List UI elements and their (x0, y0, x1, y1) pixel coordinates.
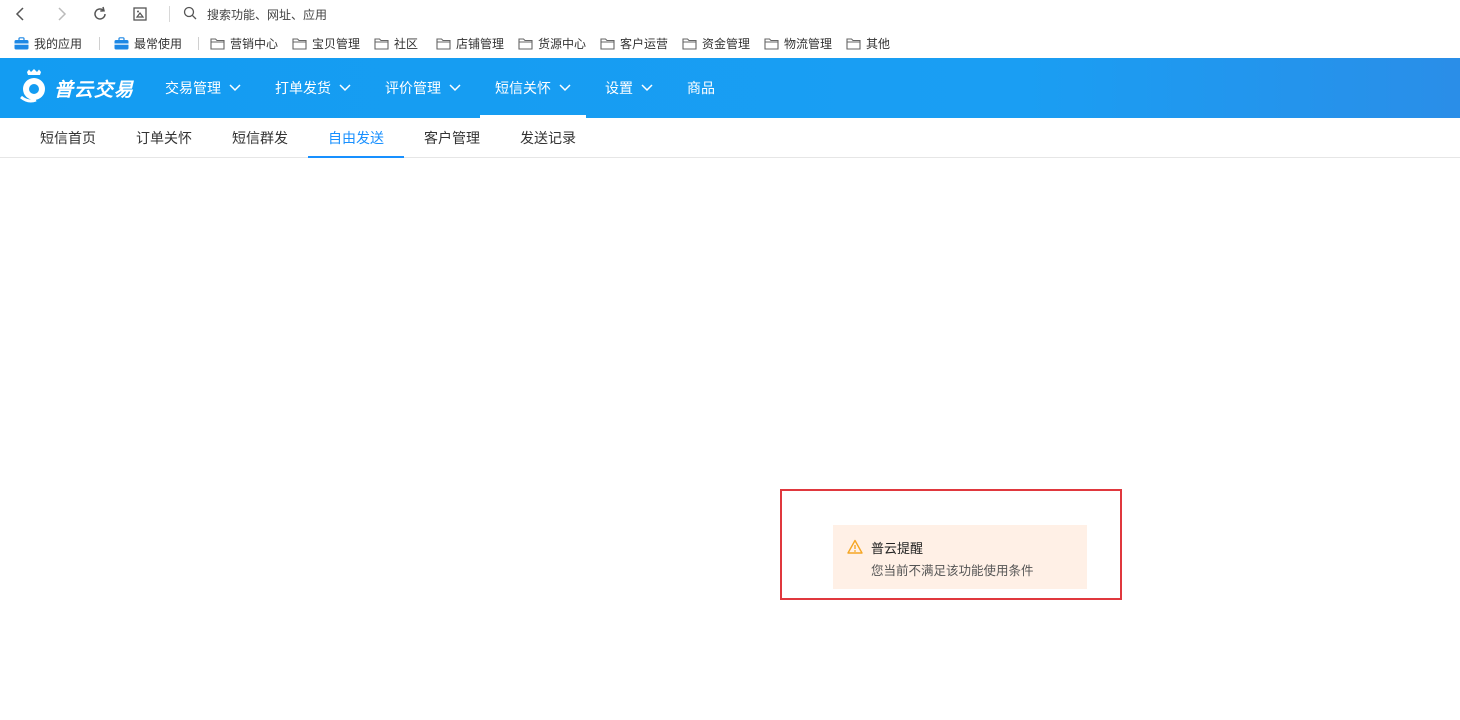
menu-label: 打单发货 (275, 81, 331, 97)
logo-icon (18, 69, 50, 107)
chevron-down-icon (641, 84, 653, 92)
logo-text: 普云交易 (54, 78, 135, 101)
bookmark-folder[interactable]: 资金管理 (682, 30, 750, 56)
screenshot-icon[interactable] (130, 4, 150, 24)
menu-label: 短信关怀 (495, 81, 551, 97)
folder-icon (600, 36, 615, 50)
notice-message: 您当前不满足该功能使用条件 (871, 563, 1034, 578)
bookmark-label: 宝贝管理 (312, 36, 361, 51)
menu-settings[interactable]: 设置 (605, 58, 653, 118)
search-icon (183, 5, 197, 24)
menu-products[interactable]: 商品 (687, 58, 715, 118)
menu-label: 交易管理 (165, 81, 221, 97)
folder-icon (436, 36, 451, 50)
menu-label: 评价管理 (385, 81, 441, 97)
menu-print-ship[interactable]: 打单发货 (275, 58, 351, 118)
warning-notice: 普云提醒 您当前不满足该功能使用条件 (833, 525, 1087, 589)
folder-icon (374, 36, 389, 50)
tab-label: 自由发送 (328, 130, 384, 147)
tab-label: 短信首页 (40, 130, 96, 147)
tab-label: 短信群发 (232, 130, 288, 147)
folder-icon (210, 36, 225, 50)
menu-review-management[interactable]: 评价管理 (385, 58, 461, 118)
bookmark-label: 店铺管理 (456, 36, 505, 51)
reload-icon[interactable] (90, 4, 110, 24)
bookmark-folder[interactable]: 营销中心 (210, 30, 278, 56)
folder-icon (764, 36, 779, 50)
chevron-down-icon (449, 84, 461, 92)
menu-label: 商品 (687, 81, 715, 97)
briefcase-icon (14, 36, 29, 50)
browser-toolbar: 搜索功能、网址、应用 (0, 0, 1460, 28)
tab-free-send[interactable]: 自由发送 (308, 118, 404, 158)
sub-navigation: 短信首页 订单关怀 短信群发 自由发送 客户管理 发送记录 (0, 118, 1460, 158)
tab-send-records[interactable]: 发送记录 (520, 118, 576, 157)
forward-icon[interactable] (51, 4, 71, 24)
bookmarks-bar: 我的应用 最常使用 营销中心 宝贝管理 社区 店铺管理 货源中心 客户运营 资金… (0, 30, 1460, 56)
folder-icon (846, 36, 861, 50)
address-placeholder: 搜索功能、网址、应用 (207, 7, 328, 22)
tab-sms-broadcast[interactable]: 短信群发 (232, 118, 288, 157)
bookmark-label: 社区 (394, 36, 419, 51)
address-bar[interactable]: 搜索功能、网址、应用 (183, 4, 327, 24)
chevron-down-icon (559, 84, 571, 92)
tab-label: 客户管理 (424, 130, 480, 147)
bookmark-folder[interactable]: 宝贝管理 (292, 30, 360, 56)
chevron-down-icon (229, 84, 241, 92)
menu-sms-care[interactable]: 短信关怀 (480, 58, 586, 118)
bookmark-label: 我的应用 (34, 36, 83, 51)
tab-order-care[interactable]: 订单关怀 (136, 118, 192, 157)
bookmark-label: 最常使用 (134, 36, 183, 51)
folder-icon (682, 36, 697, 50)
bookmark-label: 客户运营 (620, 36, 669, 51)
bookmark-folder[interactable]: 店铺管理 (436, 30, 504, 56)
app-header: 普云交易 交易管理 打单发货 评价管理 短信关怀 设置 商品 (0, 58, 1460, 118)
tab-customer-management[interactable]: 客户管理 (424, 118, 480, 157)
bookmark-label: 物流管理 (784, 36, 833, 51)
bookmark-my-apps[interactable]: 我的应用 (14, 30, 82, 56)
folder-icon (518, 36, 533, 50)
warning-icon (847, 539, 863, 555)
bookmark-divider (99, 37, 100, 50)
bookmark-folder[interactable]: 社区 (374, 30, 418, 56)
menu-label: 设置 (605, 81, 633, 97)
back-icon[interactable] (11, 4, 31, 24)
briefcase-icon (114, 36, 129, 50)
menu-trade-management[interactable]: 交易管理 (165, 58, 241, 118)
bookmark-label: 货源中心 (538, 36, 587, 51)
bookmark-folder[interactable]: 货源中心 (518, 30, 586, 56)
bookmark-label: 营销中心 (230, 36, 279, 51)
app-logo[interactable]: 普云交易 (18, 69, 135, 107)
chevron-down-icon (339, 84, 351, 92)
folder-icon (292, 36, 307, 50)
bookmark-folder[interactable]: 客户运营 (600, 30, 668, 56)
bookmark-folder[interactable]: 物流管理 (764, 30, 832, 56)
bookmark-label: 其他 (866, 36, 891, 51)
bookmark-divider (198, 37, 199, 50)
notice-title: 普云提醒 (871, 542, 924, 557)
toolbar-divider (169, 6, 170, 22)
tab-sms-home[interactable]: 短信首页 (40, 118, 96, 157)
bookmark-folder[interactable]: 其他 (846, 30, 890, 56)
tab-label: 发送记录 (520, 130, 576, 147)
tab-label: 订单关怀 (136, 130, 192, 147)
bookmark-most-used[interactable]: 最常使用 (114, 30, 182, 56)
bookmark-label: 资金管理 (702, 36, 751, 51)
